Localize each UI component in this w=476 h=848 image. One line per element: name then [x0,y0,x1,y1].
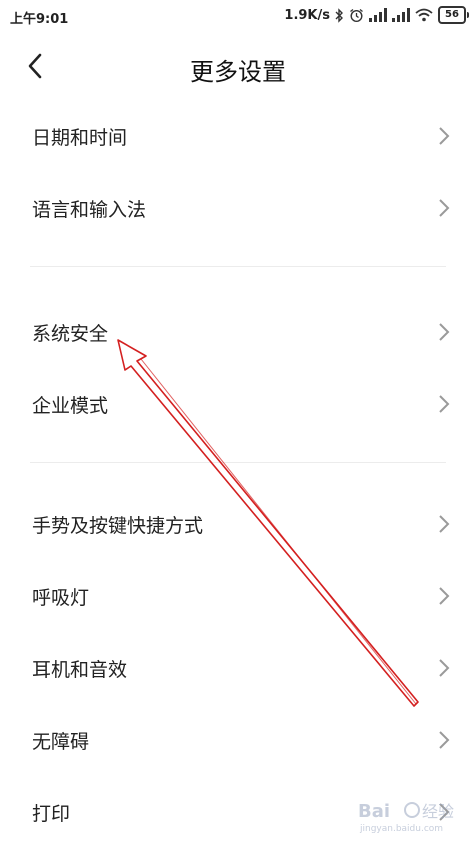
baidu-watermark-logo: Bai 经验 jingyan.baidu.com [354,795,464,835]
svg-text:经验: 经验 [422,802,454,821]
enterprise-mode-item[interactable]: 企业模式 [0,368,476,440]
breathing-light-item[interactable]: 呼吸灯 [0,560,476,632]
date-time-item[interactable]: 日期和时间 [0,100,476,172]
status-icons: 1.9K/s 56 [284,6,469,24]
page-title: 更多设置 [190,58,286,86]
headphones-audio-item[interactable]: 耳机和音效 [0,632,476,704]
chevron-right-icon [439,395,450,413]
gesture-shortcuts-item[interactable]: 手势及按键快捷方式 [0,488,476,560]
chevron-right-icon [439,587,450,605]
wifi-icon [415,8,433,22]
svg-text:Bai: Bai [358,801,390,822]
row-label: 耳机和音效 [32,658,128,681]
language-input-item[interactable]: 语言和输入法 [0,172,476,244]
battery-icon: 56 [438,6,469,24]
svg-text:jingyan.baidu.com: jingyan.baidu.com [359,824,443,834]
system-security-item[interactable]: 系统安全 [0,296,476,368]
network-speed: 1.9K/s [284,7,330,23]
bluetooth-icon [335,7,343,23]
header: 更多设置 [0,32,476,100]
row-label: 日期和时间 [32,126,128,149]
chevron-right-icon [439,323,450,341]
chevron-right-icon [439,127,450,145]
row-label: 无障碍 [32,730,90,753]
accessibility-item[interactable]: 无障碍 [0,704,476,776]
row-label: 呼吸灯 [32,586,90,609]
row-label: 手势及按键快捷方式 [32,514,204,537]
signal-icon [392,8,410,22]
chevron-right-icon [439,199,450,217]
status-time: 上午9:01 [10,12,69,27]
row-label: 打印 [32,802,71,825]
signal-icon [369,8,387,22]
row-label: 企业模式 [32,394,109,417]
row-label: 语言和输入法 [32,198,147,221]
status-bar: 上午9:01 1.9K/s 56 [0,0,476,32]
row-label: 系统安全 [32,322,109,345]
chevron-right-icon [439,731,450,749]
chevron-right-icon [439,515,450,533]
alarm-icon [350,8,363,22]
chevron-right-icon [439,659,450,677]
settings-list: 日期和时间 语言和输入法 系统安全 企业模式 手势及按键快捷方式 呼吸灯 耳机和… [0,100,476,848]
